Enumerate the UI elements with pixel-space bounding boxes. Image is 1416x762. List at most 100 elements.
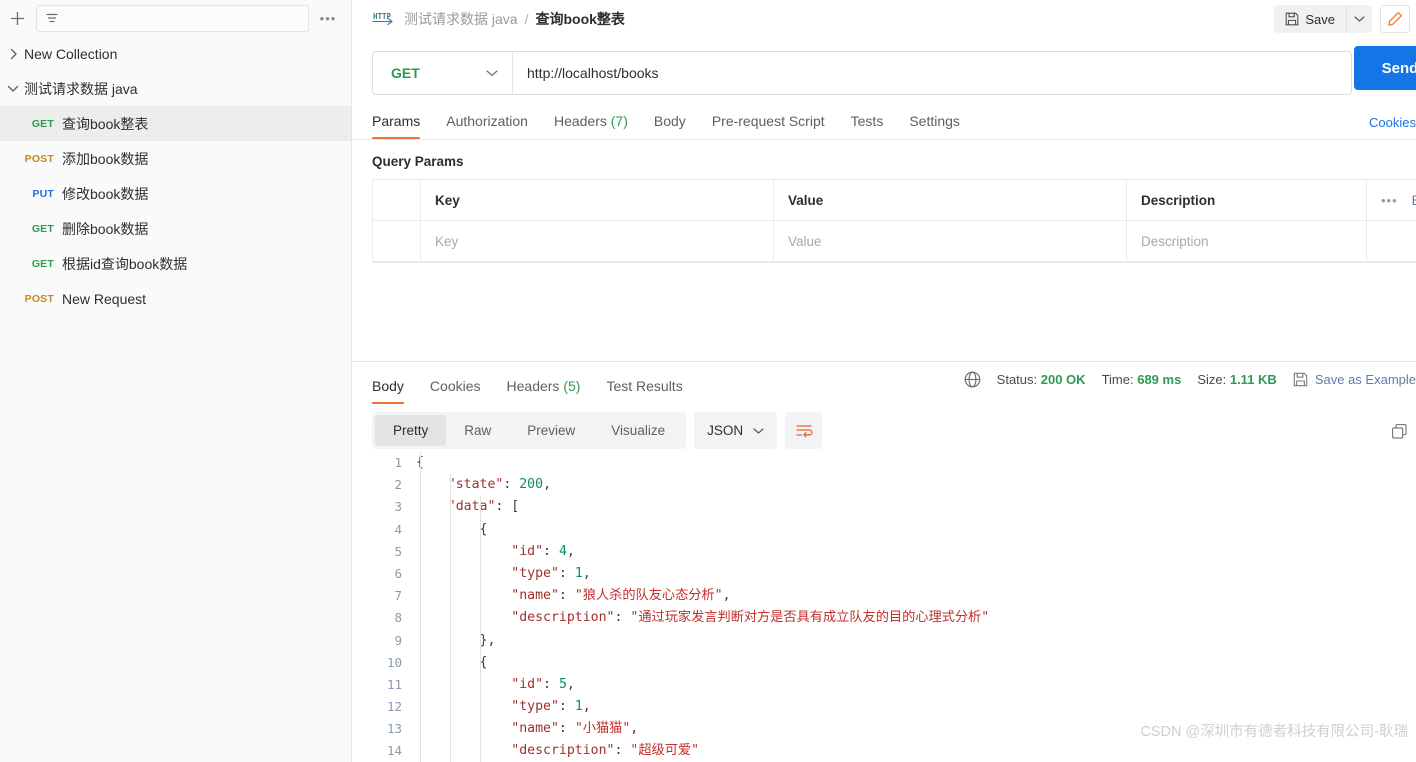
- view-mode-visualize[interactable]: Visualize: [593, 415, 683, 446]
- code-line-content: "description": "通过玩家发言判断对方是否具有成立队友的目的心理式…: [416, 607, 1416, 629]
- param-key-input[interactable]: Key: [421, 221, 774, 262]
- sidebar-more-button[interactable]: •••: [315, 11, 341, 26]
- response-tab-body[interactable]: Body: [372, 378, 417, 404]
- new-item-button[interactable]: [4, 5, 30, 31]
- table-more-button[interactable]: •••: [1381, 193, 1398, 208]
- view-mode-pretty[interactable]: Pretty: [375, 415, 446, 446]
- sidebar-request-add-book-data[interactable]: POST 添加book数据: [0, 141, 351, 176]
- sidebar-request-query-book-table[interactable]: GET 查询book整表: [0, 106, 351, 141]
- globe-icon[interactable]: [964, 371, 981, 388]
- sidebar-filter-input[interactable]: [36, 5, 309, 32]
- time-value: 689 ms: [1137, 372, 1181, 387]
- sidebar-toolbar: •••: [0, 0, 351, 36]
- chevron-right-icon: [2, 48, 24, 60]
- request-label: New Request: [62, 291, 146, 307]
- code-line: 13 "name": "小猫猫",: [372, 718, 1416, 740]
- code-line: 12 "type": 1,: [372, 696, 1416, 718]
- line-number: 3: [372, 496, 416, 518]
- response-tab-test-results[interactable]: Test Results: [593, 378, 695, 404]
- floppy-disk-icon: [1285, 12, 1299, 26]
- code-line: 10 {: [372, 652, 1416, 674]
- tab-label: Tests: [851, 113, 884, 129]
- view-mode-preview[interactable]: Preview: [509, 415, 593, 446]
- collection-label: 测试请求数据 java: [24, 79, 138, 99]
- tab-params[interactable]: Params: [372, 113, 433, 139]
- line-number: 6: [372, 563, 416, 585]
- code-line-content: "name": "狼人杀的队友心态分析",: [416, 585, 1416, 607]
- word-wrap-button[interactable]: [785, 412, 822, 449]
- size-metric[interactable]: Size: 1.11 KB: [1197, 372, 1277, 387]
- tab-label: Body: [654, 113, 686, 129]
- table-actions: ••• Bulk Edit: [1367, 180, 1416, 221]
- status-metric[interactable]: Status: 200 OK: [997, 372, 1086, 387]
- collection-label: New Collection: [24, 46, 117, 62]
- code-line: 14 "description": "超级可爱": [372, 740, 1416, 762]
- bulk-edit-button[interactable]: Bulk Edit: [1412, 193, 1416, 208]
- cookies-link[interactable]: Cookies: [1369, 115, 1416, 130]
- select-all-checkbox-cell[interactable]: [373, 180, 421, 221]
- row-checkbox-cell[interactable]: [373, 221, 421, 262]
- line-number: 12: [372, 696, 416, 718]
- save-button[interactable]: Save: [1274, 5, 1346, 33]
- breadcrumb-separator: /: [525, 11, 529, 27]
- sidebar-request-delete-book-data[interactable]: GET 删除book数据: [0, 211, 351, 246]
- code-text: "description": "超级可爱": [416, 740, 699, 762]
- time-metric[interactable]: Time: 689 ms: [1102, 372, 1182, 387]
- view-mode-group: Pretty Raw Preview Visualize: [372, 412, 686, 449]
- indent-guide: [420, 452, 421, 762]
- sidebar-request-modify-book-data[interactable]: PUT 修改book数据: [0, 176, 351, 211]
- tab-headers[interactable]: Headers (7): [541, 113, 641, 139]
- query-params-table: Key Value Description ••• Bulk Edit Key …: [372, 179, 1416, 263]
- code-text: "description": "通过玩家发言判断对方是否具有成立队友的目的心理式…: [416, 607, 989, 629]
- tab-body[interactable]: Body: [641, 113, 699, 139]
- code-text: "data": [: [416, 496, 519, 518]
- request-label: 根据id查询book数据: [62, 254, 187, 274]
- size-value: 1.11 KB: [1230, 372, 1277, 387]
- breadcrumb-request-name: 查询book整表: [535, 9, 624, 29]
- param-value-input[interactable]: Value: [774, 221, 1127, 262]
- copy-response-button[interactable]: [1386, 418, 1412, 444]
- response-tab-headers[interactable]: Headers (5): [494, 378, 594, 404]
- send-button[interactable]: Send: [1354, 46, 1416, 90]
- tab-label: Settings: [909, 113, 960, 129]
- column-header-key: Key: [421, 180, 774, 221]
- code-line-content: "name": "小猫猫",: [416, 718, 1416, 740]
- tab-label: Cookies: [430, 378, 481, 394]
- tab-label: Authorization: [446, 113, 528, 129]
- line-number: 13: [372, 718, 416, 740]
- response-format-select[interactable]: JSON: [694, 412, 777, 449]
- table-header-row: Key Value Description ••• Bulk Edit: [373, 180, 1416, 221]
- response-tab-cookies[interactable]: Cookies: [417, 378, 494, 404]
- code-line-content: "description": "超级可爱": [416, 740, 1416, 762]
- status-label: Status:: [997, 372, 1037, 387]
- tab-tests[interactable]: Tests: [838, 113, 897, 139]
- tab-label: Params: [372, 113, 420, 129]
- column-header-description: Description: [1127, 180, 1367, 221]
- line-number: 5: [372, 541, 416, 563]
- save-as-example-button[interactable]: Save as Example: [1293, 372, 1416, 387]
- line-number: 1: [372, 452, 416, 474]
- sidebar-collection-new-collection[interactable]: New Collection: [0, 36, 351, 71]
- sidebar-request-query-book-by-id[interactable]: GET 根据id查询book数据: [0, 246, 351, 281]
- url-input[interactable]: http://localhost/books: [513, 52, 1351, 94]
- save-button-group: Save: [1274, 5, 1372, 33]
- line-number: 8: [372, 607, 416, 629]
- code-text: {: [416, 519, 487, 541]
- tab-authorization[interactable]: Authorization: [433, 113, 541, 139]
- tab-settings[interactable]: Settings: [896, 113, 973, 139]
- code-text: "id": 4,: [416, 541, 575, 563]
- response-body-code[interactable]: 1{2 "state": 200,3 "data": [4 {5 "id": 4…: [372, 452, 1416, 762]
- tab-pre-request-script[interactable]: Pre-request Script: [699, 113, 838, 139]
- code-line: 2 "state": 200,: [372, 474, 1416, 496]
- sidebar-request-new-request[interactable]: POST New Request: [0, 281, 351, 316]
- line-number: 7: [372, 585, 416, 607]
- view-mode-raw[interactable]: Raw: [446, 415, 509, 446]
- line-number: 10: [372, 652, 416, 674]
- http-method-select[interactable]: GET: [373, 52, 513, 94]
- edit-button[interactable]: [1380, 5, 1410, 33]
- line-number: 4: [372, 519, 416, 541]
- save-dropdown-button[interactable]: [1346, 5, 1372, 33]
- sidebar-collection-test-data-java[interactable]: 测试请求数据 java: [0, 71, 351, 106]
- breadcrumb-collection[interactable]: 测试请求数据 java: [404, 9, 518, 29]
- param-description-input[interactable]: Description: [1127, 221, 1367, 262]
